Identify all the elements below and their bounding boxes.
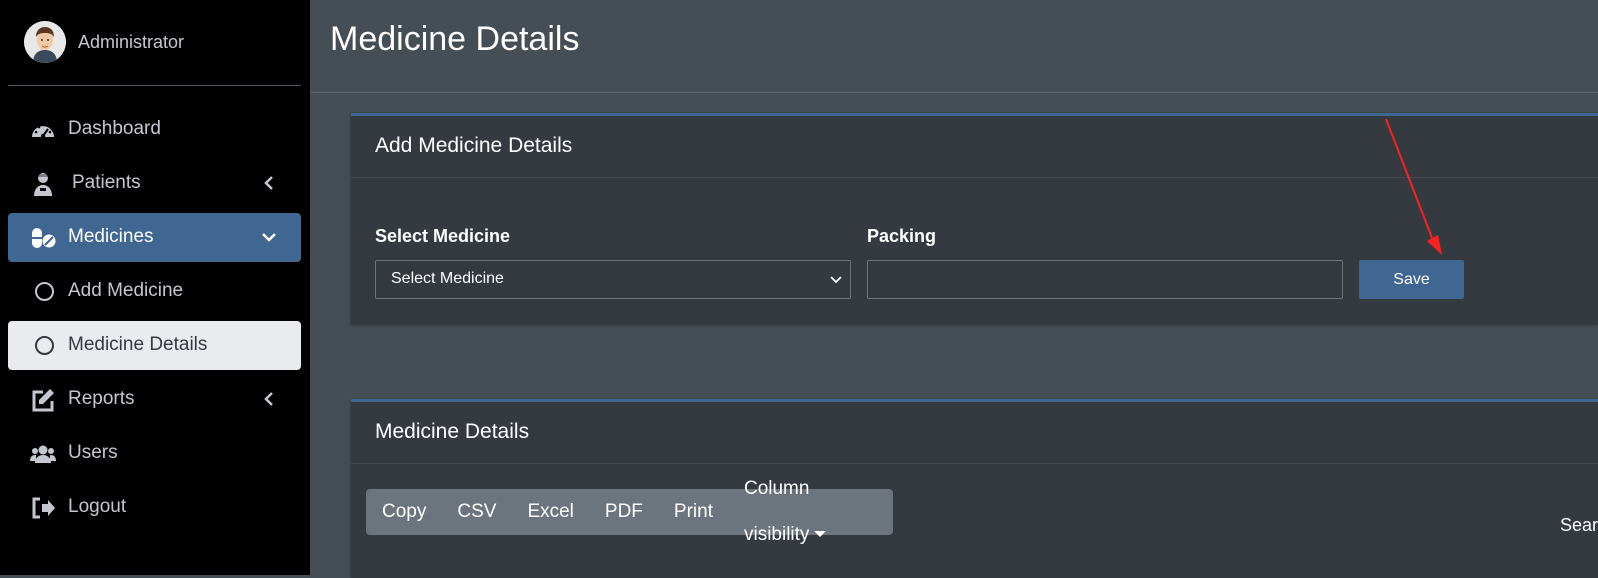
sidebar-item-label: Medicines	[68, 226, 154, 247]
select-medicine-label: Select Medicine	[375, 226, 511, 246]
card-title: Add Medicine Details	[375, 134, 573, 157]
chevron-left-icon	[259, 173, 279, 193]
user-injured-icon	[30, 171, 56, 197]
sidebar-nav: Dashboard Patients Medicines Add Medicin…	[8, 105, 301, 537]
sidebar-item-logout[interactable]: Logout	[8, 483, 301, 532]
excel-button[interactable]: Excel	[511, 489, 588, 535]
sidebar-item-dashboard[interactable]: Dashboard	[8, 105, 301, 154]
card-header: Medicine Details	[351, 402, 1598, 464]
chevron-down-icon	[828, 271, 844, 287]
print-button[interactable]: Print	[658, 489, 728, 535]
avatar[interactable]	[24, 21, 66, 63]
pills-icon	[30, 225, 56, 251]
sidebar-item-label: Logout	[68, 496, 127, 517]
card-title: Medicine Details	[375, 420, 530, 443]
sidebar-item-medicines[interactable]: Medicines	[8, 213, 301, 262]
packing-label: Packing	[867, 226, 937, 246]
packing-input[interactable]	[867, 260, 1343, 299]
sidebar-item-reports[interactable]: Reports	[8, 375, 301, 424]
sidebar-item-label: Medicine Details	[68, 334, 208, 355]
sign-out-icon	[30, 495, 56, 521]
sidebar-item-medicine-details[interactable]: Medicine Details	[8, 321, 301, 370]
csv-button[interactable]: CSV	[441, 489, 511, 535]
copy-button[interactable]: Copy	[366, 489, 441, 535]
sidebar-item-label: Dashboard	[68, 118, 161, 139]
select-medicine-dropdown[interactable]: Select Medicine	[375, 260, 851, 299]
page-title: Medicine Details	[330, 20, 580, 58]
circle-icon	[35, 282, 54, 301]
export-button-group: Copy CSV Excel PDF Print Column visibili…	[366, 478, 893, 545]
sidebar: Administrator Dashboard Patients Medicin…	[0, 0, 310, 575]
sidebar-item-patients[interactable]: Patients	[8, 159, 301, 208]
sidebar-item-add-medicine[interactable]: Add Medicine	[8, 267, 301, 316]
medicine-details-card: Medicine Details Copy CSV Excel PDF Prin…	[351, 399, 1598, 578]
tachometer-icon	[30, 117, 56, 143]
edit-icon	[30, 387, 56, 413]
sidebar-item-label: Users	[68, 442, 118, 463]
chevron-left-icon	[259, 389, 279, 409]
caret-down-icon	[814, 531, 827, 537]
chevron-down-icon	[259, 227, 279, 247]
user-name[interactable]: Administrator	[78, 32, 184, 53]
sidebar-item-users[interactable]: Users	[8, 429, 301, 478]
users-icon	[30, 441, 56, 467]
column-visibility-button[interactable]: Column visibility	[728, 466, 893, 558]
sidebar-item-label: Patients	[72, 172, 141, 193]
card-header: Add Medicine Details	[351, 116, 1598, 178]
add-medicine-card: Add Medicine Details Select Medicine Pac…	[351, 113, 1598, 324]
save-button[interactable]: Save	[1359, 260, 1464, 299]
sidebar-item-label: Add Medicine	[68, 280, 184, 301]
content-header: Medicine Details	[310, 0, 1598, 93]
column-visibility-label: Column visibility	[743, 478, 810, 545]
circle-icon	[35, 336, 54, 355]
pdf-button[interactable]: PDF	[589, 489, 658, 535]
user-panel: Administrator	[8, 0, 301, 86]
select-value: Select Medicine	[391, 270, 504, 287]
sidebar-item-label: Reports	[68, 388, 135, 409]
search-label: Search:	[1560, 515, 1598, 535]
